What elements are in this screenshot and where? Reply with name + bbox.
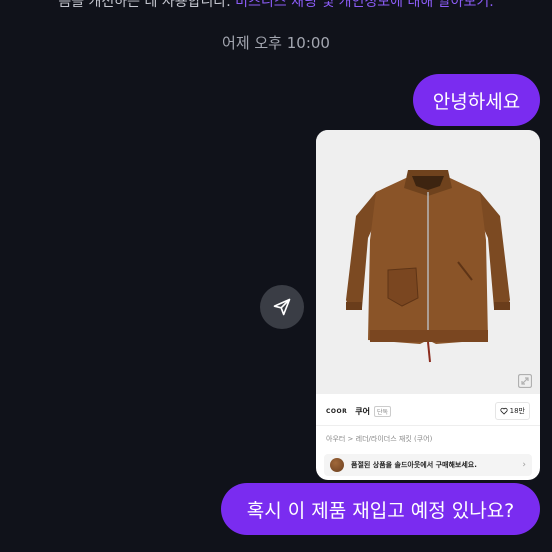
like-button[interactable]: 18만 (494, 402, 530, 420)
jacket-illustration (346, 170, 510, 363)
brand-logo: COOR (326, 407, 348, 415)
product-image[interactable] (316, 130, 540, 394)
category-breadcrumb[interactable]: 아우터 > 레더/라이더스 재킷 (쿠어) (326, 434, 432, 444)
message-text: 혹시 이 제품 재입고 예정 있나요? (246, 499, 515, 522)
message-text: 안녕하세요 (432, 90, 521, 113)
card-divider (316, 425, 540, 426)
send-icon (273, 298, 291, 316)
product-share-card[interactable]: COOR 쿠어 단독 18만 아우터 > 레더/라이더스 재킷 (쿠어) 품절된… (316, 130, 540, 480)
soldout-notice[interactable]: 품절된 상품을 솔드아웃에서 구매해보세요. › (324, 454, 532, 476)
expand-icon[interactable] (518, 374, 532, 388)
message-timestamp: 어제 오후 10:00 (222, 34, 330, 52)
brand-name[interactable]: 쿠어 (355, 406, 370, 417)
product-thumbnail (330, 458, 344, 472)
privacy-notice: 음을 개선하는 데 사용합니다. 비즈니스 채팅 및 개인정보에 대해 알아보기… (0, 0, 552, 11)
share-button[interactable] (260, 285, 304, 329)
heart-icon (500, 407, 508, 415)
message-bubble-greeting[interactable]: 안녕하세요 (413, 74, 540, 126)
privacy-learn-more-link[interactable]: 비즈니스 채팅 및 개인정보에 대해 알아보기. (235, 0, 494, 10)
chat-screen: 음을 개선하는 데 사용합니다. 비즈니스 채팅 및 개인정보에 대해 알아보기… (0, 0, 552, 552)
message-bubble-restock-question[interactable]: 혹시 이 제품 재입고 예정 있나요? (221, 483, 540, 535)
brand-row: COOR 쿠어 단독 18만 (326, 402, 530, 420)
privacy-notice-text: 음을 개선하는 데 사용합니다. (58, 0, 231, 10)
like-count: 18만 (509, 407, 525, 415)
soldout-notice-text: 품절된 상품을 솔드아웃에서 구매해보세요. (351, 461, 477, 469)
chevron-right-icon: › (522, 460, 526, 470)
exclusive-badge: 단독 (373, 405, 392, 417)
